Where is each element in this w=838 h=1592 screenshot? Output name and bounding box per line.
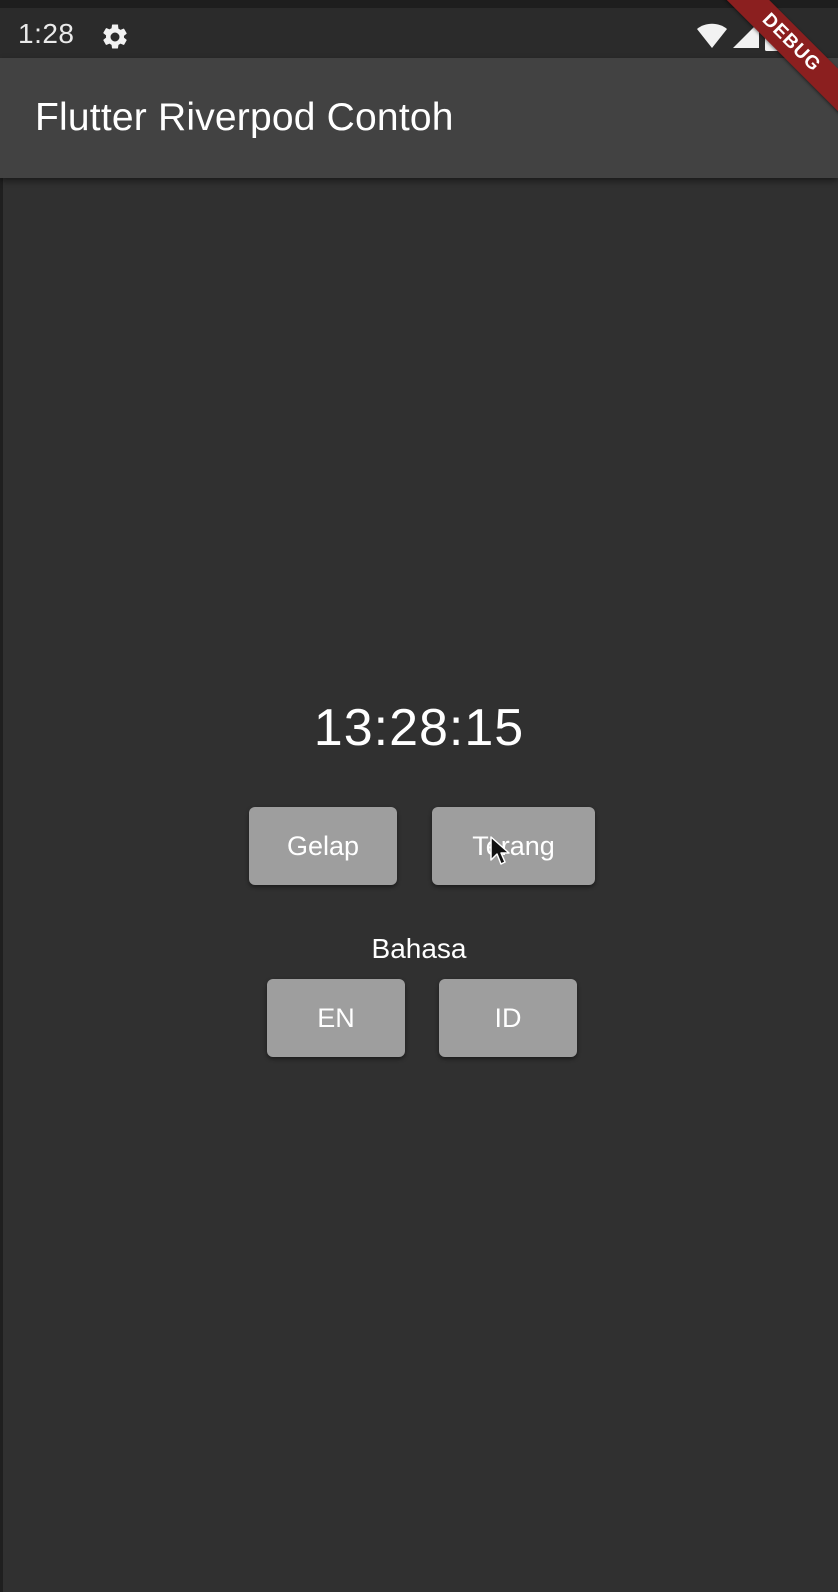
wifi-icon — [696, 21, 728, 54]
app-title: Flutter Riverpod Contoh — [35, 96, 454, 139]
language-en-button[interactable]: EN — [267, 979, 405, 1057]
gear-icon — [100, 22, 130, 52]
window-edge — [0, 0, 3, 1592]
status-bar: 1:28 — [0, 0, 838, 58]
dark-theme-button[interactable]: Gelap — [249, 807, 397, 885]
clock-display: 13:28:15 — [313, 699, 525, 757]
mouse-cursor-icon — [490, 836, 512, 866]
status-time: 1:28 — [18, 18, 75, 49]
app-bar: Flutter Riverpod Contoh — [0, 58, 838, 178]
language-id-button[interactable]: ID — [439, 979, 577, 1057]
language-label: Bahasa — [371, 933, 467, 964]
light-theme-button[interactable]: Terang — [432, 807, 595, 885]
app-screen: 1:28 Flutter Riverpod Contoh DEBUG 13:28… — [0, 0, 838, 1592]
